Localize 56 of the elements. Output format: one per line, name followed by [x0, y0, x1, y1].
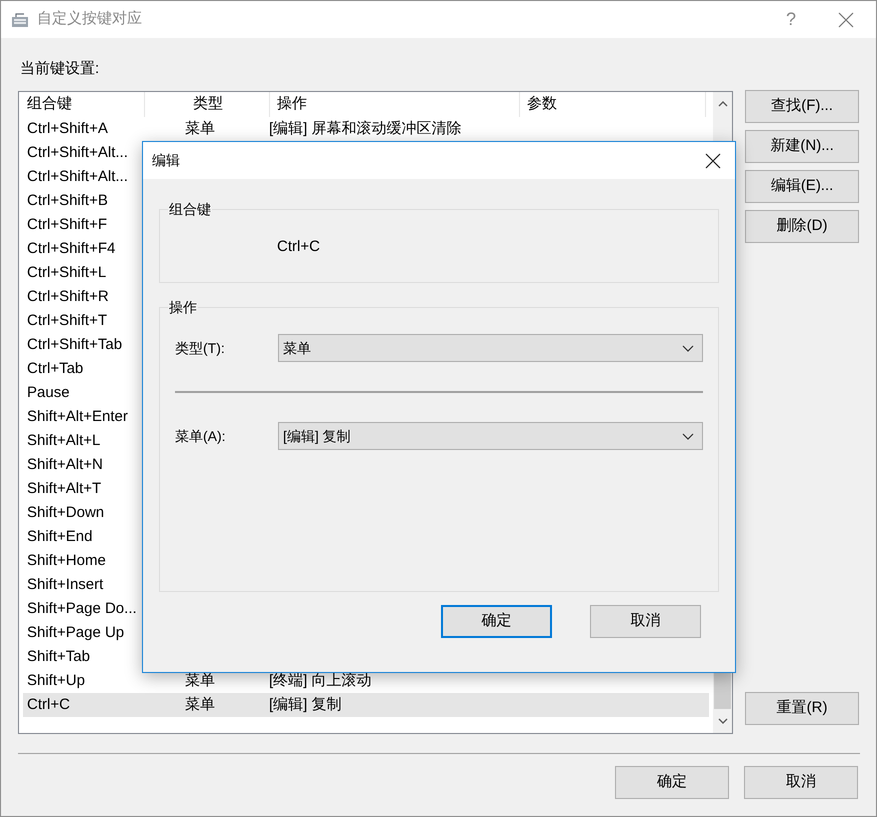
window-title: 自定义按键对应: [37, 9, 142, 30]
dropdown[interactable]: [编辑] 复制: [278, 422, 703, 450]
key-cell: Ctrl+Shift+F: [27, 216, 108, 233]
chevron-down-icon: [682, 432, 694, 440]
key-cell: Ctrl+Shift+Alt...: [27, 168, 128, 185]
key-cell: Pause: [27, 384, 70, 401]
button[interactable]: 查找(F)...: [745, 90, 859, 123]
chevron-down-icon: [682, 344, 694, 352]
key-value: Ctrl+C: [276, 237, 321, 257]
button[interactable]: 编辑(E)...: [745, 170, 859, 203]
keyboard-icon: [11, 12, 29, 28]
type-cell-text: 菜单: [185, 118, 216, 139]
list-row[interactable]: Shift+Up 菜单 [终端] 向上滚动: [23, 669, 710, 693]
button[interactable]: 取消: [590, 605, 701, 638]
button[interactable]: 确定: [615, 766, 729, 799]
scroll-down-icon[interactable]: [718, 718, 728, 724]
section-label: 当前键设置:: [19, 59, 100, 79]
key-cell: Shift+Up: [27, 672, 85, 689]
close-icon[interactable]: [705, 152, 721, 168]
scroll-up-icon[interactable]: [718, 101, 728, 107]
column-header[interactable]: 组合键: [19, 92, 145, 117]
action-cell-text: [编辑] 屏幕和滚动缓冲区清除: [269, 118, 462, 139]
key-cell: Shift+Home: [27, 552, 106, 569]
type-cell-text: 菜单: [185, 694, 216, 715]
group-label: 组合键: [168, 200, 212, 219]
list-row[interactable]: Ctrl+C 菜单 [编辑] 复制: [23, 693, 710, 717]
column-header[interactable]: 参数: [520, 92, 706, 117]
list-row[interactable]: Ctrl+Shift+A 菜单 [编辑] 屏幕和滚动缓冲区清除: [23, 117, 710, 141]
key-cell: Ctrl+Shift+L: [27, 264, 106, 281]
key-cell: Shift+Alt+Enter: [27, 408, 128, 425]
column-header[interactable]: 类型: [145, 92, 270, 117]
key-cell: Shift+Tab: [27, 648, 90, 665]
field-label: 类型(T):: [175, 338, 226, 358]
button[interactable]: 新建(N)...: [745, 130, 859, 163]
key-cell: Shift+Alt+T: [27, 480, 102, 497]
key-cell: Shift+Alt+N: [27, 456, 103, 473]
key-cell: Ctrl+Shift+A: [27, 120, 108, 137]
key-cell: Ctrl+Shift+T: [27, 312, 108, 329]
dialog-title: 编辑: [152, 151, 180, 170]
button[interactable]: 取消: [744, 766, 858, 799]
button[interactable]: 确定: [441, 605, 552, 638]
type-cell-text: 菜单: [185, 670, 216, 691]
key-cell: Shift+End: [27, 528, 92, 545]
key-cell: Shift+Down: [27, 504, 104, 521]
group-label: 操作: [168, 298, 198, 317]
dropdown[interactable]: 菜单: [278, 334, 703, 362]
action-cell-text: [终端] 向上滚动: [269, 670, 372, 691]
key-cell: Ctrl+C: [27, 696, 70, 713]
field-label: 菜单(A):: [175, 426, 227, 446]
button[interactable]: 重置(R): [745, 692, 859, 725]
action-cell-text: [编辑] 复制: [269, 694, 342, 715]
button[interactable]: 删除(D): [745, 210, 859, 243]
key-cell: Ctrl+Tab: [27, 360, 84, 377]
key-cell: Shift+Insert: [27, 576, 104, 593]
key-cell: Shift+Page Up: [27, 624, 124, 641]
column-header[interactable]: 操作: [270, 92, 520, 117]
